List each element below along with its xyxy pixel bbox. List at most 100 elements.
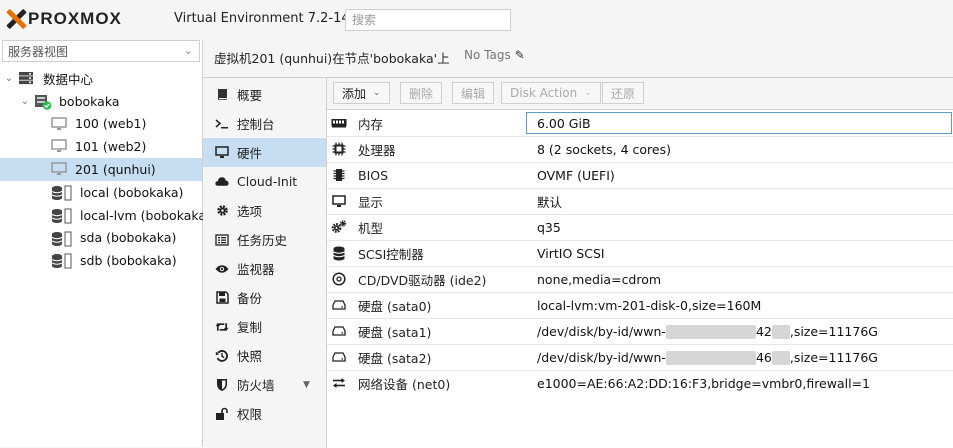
proxmox-logo[interactable]: PROXMOX <box>6 8 122 30</box>
hardware-row-cdrom[interactable]: CD/DVD驱动器 (ide2) none,media=cdrom <box>327 267 953 293</box>
nav-cloud-init[interactable]: Cloud-Init <box>203 167 326 196</box>
disk-action-button[interactable]: Disk Action ⌄ <box>501 82 601 104</box>
nav-firewall[interactable]: 防火墙 ▼ <box>203 370 326 399</box>
value-suffix: ,size=11176G <box>789 349 878 365</box>
hdd-icon <box>331 324 347 338</box>
tree-item-storage-sda[interactable]: sda (bobokaka) <box>0 227 202 250</box>
nav-monitor[interactable]: 监视器 <box>203 254 326 283</box>
vm-panel: 虚拟机201 (qunhui)在节点'bobokaka'上 No Tags ✎ … <box>203 40 953 448</box>
pencil-icon[interactable]: ✎ <box>515 48 525 62</box>
nav-label: 快照 <box>237 349 263 364</box>
tree-item-datacenter[interactable]: ⌄ 数据中心 <box>0 67 202 90</box>
nav-label: 任务历史 <box>237 233 288 248</box>
hardware-grid: 内存 6.00 GiB 处理器 8 (2 sockets, 4 cores) B… <box>327 111 953 396</box>
tree-item-storage-local-lvm[interactable]: local-lvm (bobokaka) <box>0 204 211 227</box>
tags-editor[interactable]: No Tags ✎ <box>464 48 525 62</box>
tags-label: No Tags <box>464 48 511 62</box>
tree-item-label: local (bobokaka) <box>80 184 184 200</box>
hardware-value: 8 (2 sockets, 4 cores) <box>537 142 671 157</box>
tree-item-storage-sdb[interactable]: sdb (bobokaka) <box>0 249 202 272</box>
monitor-icon <box>215 146 229 160</box>
delete-button[interactable]: 删除 <box>400 82 443 104</box>
nav-label: 概要 <box>237 88 263 103</box>
value-prefix: /dev/disk/by-id/wwn- <box>537 349 666 365</box>
edit-button[interactable]: 编辑 <box>452 82 495 104</box>
terminal-icon <box>215 117 229 131</box>
tree-item-vm-201[interactable]: 201 (qunhui) <box>0 158 202 181</box>
hdd-icon <box>331 298 347 312</box>
nav-backup[interactable]: 备份 <box>203 283 326 312</box>
view-selector-value: 服务器视图 <box>8 44 69 59</box>
toolbar: 添加 ⌄ 删除 编辑 Disk Action ⌄ 还原 <box>327 78 953 110</box>
hardware-name: 机型 <box>358 221 384 236</box>
nav-snapshots[interactable]: 快照 <box>203 341 326 370</box>
hardware-row-bios[interactable]: BIOS OVMF (UEFI) <box>327 163 953 189</box>
hardware-panel: 添加 ⌄ 删除 编辑 Disk Action ⌄ 还原 内存 6.00 GiB … <box>327 77 953 448</box>
cdrom-icon <box>331 272 347 286</box>
nav-hardware[interactable]: 硬件 <box>203 138 326 167</box>
nav-task-history[interactable]: 任务历史 <box>203 225 326 254</box>
nav-console[interactable]: 控制台 <box>203 109 326 138</box>
tree-item-label: sda (bobokaka) <box>80 230 177 246</box>
hardware-value: 默认 <box>537 195 563 210</box>
hardware-row-disk-sata2[interactable]: 硬盘 (sata2) /dev/disk/by-id/wwn- 46 ,size=1… <box>327 345 953 371</box>
tree-item-vm-101[interactable]: 101 (web2) <box>0 135 202 158</box>
revert-button[interactable]: 还原 <box>602 82 645 104</box>
microchip-icon <box>331 168 347 182</box>
logo-text: PROXMOX <box>28 9 122 28</box>
nav-options[interactable]: 选项 <box>203 196 326 225</box>
exchange-icon <box>331 376 347 390</box>
hardware-name: 硬盘 (sata0) <box>358 299 432 314</box>
hardware-row-disk-sata0[interactable]: 硬盘 (sata0) local-lvm:vm-201-disk-0,size=… <box>327 293 953 319</box>
tree-item-node[interactable]: ⌄ bobokaka <box>0 90 202 113</box>
hardware-name: SCSI控制器 <box>358 247 424 262</box>
top-bar: PROXMOX Virtual Environment 7.2-14 <box>0 0 953 41</box>
cpu-icon <box>331 142 347 156</box>
tree-item-vm-100[interactable]: 100 (web1) <box>0 113 202 136</box>
nav-permissions[interactable]: 权限 <box>203 399 326 428</box>
vm-monitor-icon <box>51 139 67 156</box>
add-button[interactable]: 添加 ⌄ <box>333 82 390 104</box>
delete-button-label: 删除 <box>409 86 434 101</box>
hardware-row-disk-sata1[interactable]: 硬盘 (sata1) /dev/disk/by-id/wwn- 42 ,size=1… <box>327 319 953 345</box>
collapse-icon[interactable]: ⌄ <box>4 73 14 84</box>
hardware-value: /dev/disk/by-id/wwn- 42 ,size=11176G <box>537 324 878 340</box>
nav-summary[interactable]: 概要 <box>203 80 326 109</box>
tree-item-label: bobokaka <box>59 93 120 109</box>
redacted-block <box>665 325 756 340</box>
tree-item-label: sdb (bobokaka) <box>80 253 177 269</box>
resource-tree: ⌄ 数据中心 ⌄ bobokaka 100 (web1) 101 (web2) … <box>0 67 211 272</box>
proxmox-x-icon <box>6 9 26 29</box>
hardware-row-network-net0[interactable]: 网络设备 (net0) e1000=AE:66:A2:DD:16:F3,brid… <box>327 371 953 396</box>
expand-chevron-icon[interactable]: ▼ <box>303 380 310 390</box>
view-selector[interactable]: 服务器视图 ⌄ <box>2 40 200 62</box>
nav-replication[interactable]: 复制 <box>203 312 326 341</box>
nav-label: 复制 <box>237 320 263 335</box>
value-mid: 46 <box>755 349 772 365</box>
tree-item-storage-local[interactable]: local (bobokaka) <box>0 181 202 204</box>
hardware-row-machine[interactable]: 机型 q35 <box>327 215 953 241</box>
collapse-icon[interactable]: ⌄ <box>20 96 30 107</box>
nav-label: 权限 <box>237 407 263 422</box>
node-online-icon <box>34 94 52 113</box>
redacted-block <box>771 325 790 340</box>
nav-label: 控制台 <box>237 117 275 132</box>
hardware-row-processor[interactable]: 处理器 8 (2 sockets, 4 cores) <box>327 137 953 163</box>
hardware-name: 内存 <box>358 117 384 132</box>
hardware-row-memory[interactable]: 内存 6.00 GiB <box>327 111 953 137</box>
search-input[interactable] <box>345 9 511 31</box>
tree-item-label: 数据中心 <box>43 71 94 87</box>
list-icon <box>215 233 229 247</box>
redacted-block <box>665 351 756 366</box>
tree-item-label: 101 (web2) <box>75 139 147 155</box>
unlock-icon <box>215 407 229 421</box>
nav-label: 备份 <box>237 291 263 306</box>
chevron-down-icon: ⌄ <box>584 88 592 98</box>
hardware-row-scsi-controller[interactable]: SCSI控制器 VirtIO SCSI <box>327 241 953 267</box>
chevron-down-icon[interactable]: ⌄ <box>184 44 193 57</box>
storage-icon <box>51 253 73 272</box>
nav-label: Cloud-Init <box>237 174 298 189</box>
hardware-row-display[interactable]: 显示 默认 <box>327 189 953 215</box>
page-title: 虚拟机201 (qunhui)在节点'bobokaka'上 <box>214 51 450 66</box>
retweet-icon <box>215 320 229 334</box>
